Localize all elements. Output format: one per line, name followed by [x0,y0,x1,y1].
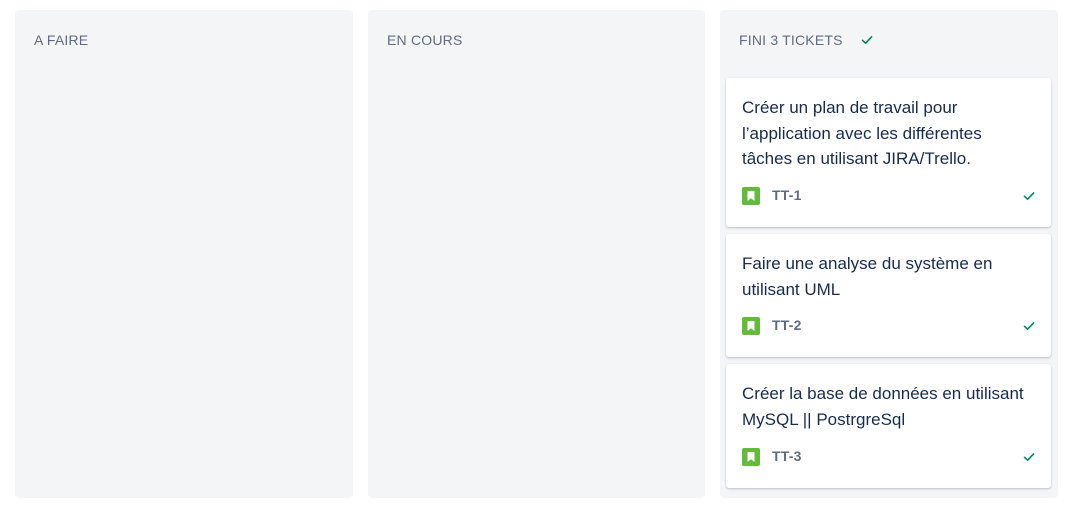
issue-footer: TT-2 [742,317,1037,335]
issue-footer: TT-3 [742,448,1037,466]
column-header-in-progress: EN COURS [387,32,463,48]
story-icon [742,317,760,335]
issue-summary: Créer la base de données en utilisant My… [742,384,1024,429]
column-in-progress[interactable]: EN COURS [368,10,705,498]
story-icon [742,187,760,205]
issue-card[interactable]: Créer la base de données en utilisant My… [726,364,1051,488]
check-icon [1021,188,1037,204]
column-todo[interactable]: A FAIRE [15,10,353,498]
column-header-done: FINI 3 TICKETS [739,32,875,48]
check-icon [859,32,875,48]
issue-summary: Créer un plan de travail pour l’applicat… [742,98,982,168]
column-header-todo: A FAIRE [34,32,88,48]
check-icon [1021,318,1037,334]
column-done[interactable]: FINI 3 TICKETS Créer un plan de travail … [720,10,1058,498]
story-icon [742,448,760,466]
kanban-board: A FAIRE EN COURS FINI 3 TICKETS Créer un… [0,0,1075,511]
check-icon [1021,449,1037,465]
issue-summary: Faire une analyse du système en utilisan… [742,254,993,299]
issue-key[interactable]: TT-2 [772,317,802,333]
column-title: EN COURS [387,32,463,48]
column-title: A FAIRE [34,32,89,48]
issue-footer: TT-1 [742,187,1037,205]
issue-key[interactable]: TT-3 [772,448,802,464]
issue-key[interactable]: TT-1 [772,187,802,203]
column-title: FINI 3 TICKETS [739,32,843,48]
issue-card[interactable]: Faire une analyse du système en utilisan… [726,234,1051,357]
issue-card[interactable]: Créer un plan de travail pour l’applicat… [726,78,1051,227]
